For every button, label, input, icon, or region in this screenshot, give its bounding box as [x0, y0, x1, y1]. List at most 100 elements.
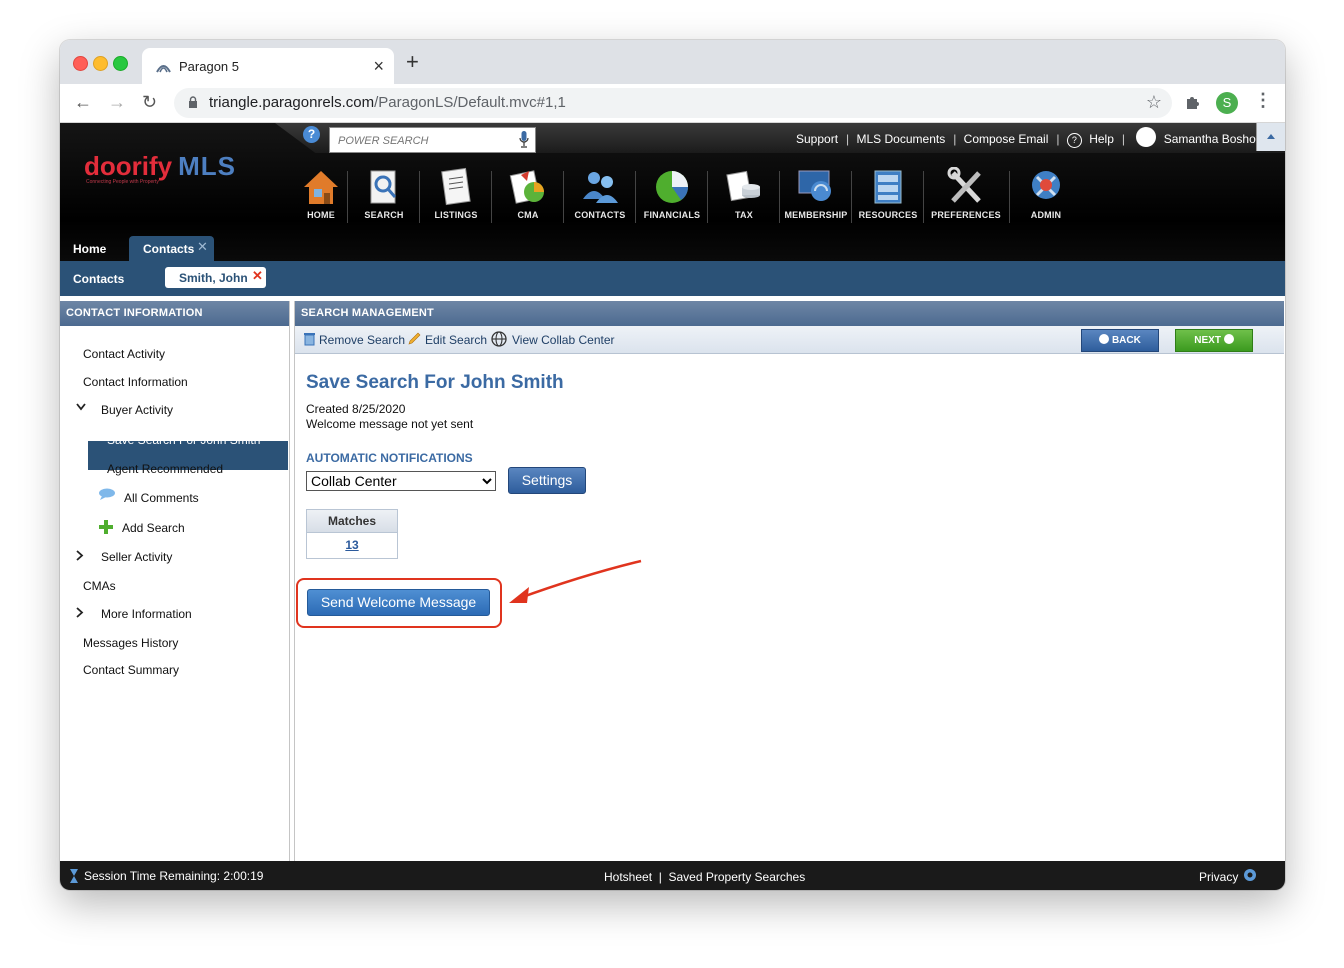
hotsheet-link[interactable]: Hotsheet: [604, 870, 652, 884]
tab-contacts[interactable]: Contacts ✕: [129, 236, 214, 261]
back-circle-icon: [1099, 334, 1110, 345]
chevron-down-icon[interactable]: [76, 403, 86, 411]
close-window-button[interactable]: [73, 56, 88, 71]
gear-icon[interactable]: [1243, 868, 1257, 882]
logo-tagline: Connecting People with Property: [86, 179, 159, 185]
membership-icon: [798, 170, 831, 201]
extensions-puzzle-icon[interactable]: [1184, 93, 1202, 111]
nav-resources[interactable]: RESOURCES: [853, 167, 923, 220]
url-path: /ParagonLS/Default.mvc#1,1: [374, 94, 566, 111]
financials-icon: [656, 171, 688, 203]
power-search-input[interactable]: [336, 130, 515, 152]
notification-method-select[interactable]: Collab Center: [306, 471, 496, 491]
sidebar-item-agent-recommended[interactable]: Agent Recommended: [107, 462, 223, 476]
plus-icon: [99, 520, 113, 534]
help-link[interactable]: Help: [1089, 132, 1114, 146]
bookmark-star-icon[interactable]: ☆: [1146, 92, 1162, 113]
pencil-icon: [408, 332, 421, 345]
search-toolbar: Remove Search Edit Search View Collab Ce…: [295, 326, 1284, 354]
search-icon: [370, 170, 397, 204]
user-name[interactable]: Samantha Boshoff: [1164, 132, 1263, 146]
mls-documents-link[interactable]: MLS Documents: [857, 132, 946, 146]
close-tab-icon[interactable]: ×: [373, 56, 384, 77]
home-icon: [304, 171, 338, 204]
reload-icon[interactable]: ↻: [142, 92, 157, 113]
cma-icon: [509, 170, 544, 204]
nav-preferences[interactable]: PREFERENCES: [925, 167, 1007, 220]
header-links: Support | MLS Documents | Compose Email | ?…: [796, 127, 1266, 150]
nav-tax[interactable]: TAX: [709, 167, 779, 220]
view-collab-center-button[interactable]: View Collab Center: [512, 333, 615, 347]
browser-menu-icon[interactable]: ⋮: [1254, 90, 1272, 111]
back-button[interactable]: BACK: [1081, 329, 1159, 352]
nav-contacts[interactable]: CONTACTS: [565, 167, 635, 220]
sidebar-item-seller-activity[interactable]: Seller Activity: [101, 550, 172, 564]
tab-home[interactable]: Home: [73, 242, 106, 256]
created-date: Created 8/25/2020: [306, 402, 406, 416]
saved-property-searches-link[interactable]: Saved Property Searches: [668, 870, 805, 884]
matches-box: Matches 13: [306, 509, 398, 559]
globe-icon: [491, 331, 507, 347]
minimize-window-button[interactable]: [93, 56, 108, 71]
resources-icon: [874, 170, 902, 204]
sidebar-item-contact-information[interactable]: Contact Information: [83, 375, 188, 389]
collapse-header-button[interactable]: [1256, 123, 1285, 151]
new-tab-button[interactable]: +: [406, 51, 419, 73]
compose-email-link[interactable]: Compose Email: [964, 132, 1049, 146]
sidebar-item-messages-history[interactable]: Messages History: [83, 636, 178, 650]
nav-cma[interactable]: CMA: [493, 167, 563, 220]
nav-admin[interactable]: ADMIN: [1011, 167, 1081, 220]
listings-icon: [441, 167, 471, 206]
sidebar-item-cmas[interactable]: CMAs: [83, 579, 116, 593]
next-button[interactable]: NEXT: [1175, 329, 1253, 352]
url-host: triangle.paragonrels.com: [209, 94, 375, 111]
app-header: doorify MLS Connecting People with Proper…: [60, 123, 1285, 261]
caret-up-icon: [1267, 134, 1275, 139]
power-search-help-icon[interactable]: ?: [303, 126, 320, 143]
privacy-link[interactable]: Privacy: [1199, 870, 1238, 884]
nav-listings[interactable]: LISTINGS: [421, 167, 491, 220]
microphone-icon[interactable]: [519, 131, 529, 148]
settings-button[interactable]: Settings: [508, 467, 586, 494]
nav-home[interactable]: HOME: [286, 167, 356, 220]
matches-header: Matches: [307, 510, 397, 533]
chevron-right-icon[interactable]: [76, 607, 84, 618]
sidebar-item-contact-summary[interactable]: Contact Summary: [83, 663, 179, 677]
app-tabs: Home Contacts ✕: [60, 236, 1285, 261]
contact-sidebar: CONTACT INFORMATION Contact Activity Con…: [60, 301, 290, 861]
nav-search[interactable]: SEARCH: [349, 167, 419, 220]
sidebar-item-contact-activity[interactable]: Contact Activity: [83, 347, 165, 361]
chevron-right-icon[interactable]: [76, 550, 84, 561]
doorify-logo: doorify MLS: [84, 151, 236, 181]
session-timer: Session Time Remaining: 2:00:19: [84, 869, 264, 883]
close-contacts-tab-icon[interactable]: ✕: [197, 239, 208, 255]
remove-search-button[interactable]: Remove Search: [319, 333, 405, 347]
matches-count-link[interactable]: 13: [307, 533, 397, 557]
send-welcome-message-button[interactable]: Send Welcome Message: [307, 589, 490, 616]
sidebar-item-more-information[interactable]: More Information: [101, 607, 192, 621]
welcome-status: Welcome message not yet sent: [306, 417, 474, 431]
subnav-contact-pill[interactable]: Smith, John ✕: [165, 267, 266, 288]
profile-avatar[interactable]: S: [1216, 92, 1238, 114]
nav-membership[interactable]: MEMBERSHIP: [781, 167, 851, 220]
paragon-app: doorify MLS Connecting People with Proper…: [60, 123, 1285, 890]
subnav-contacts[interactable]: Contacts: [73, 272, 124, 286]
sidebar-item-all-comments[interactable]: All Comments: [124, 491, 199, 505]
nav-financials[interactable]: FINANCIALS: [637, 167, 707, 220]
edit-search-button[interactable]: Edit Search: [425, 333, 487, 347]
sidebar-item-buyer-activity[interactable]: Buyer Activity: [101, 403, 173, 417]
notifications-heading: AUTOMATIC NOTIFICATIONS: [306, 451, 473, 465]
back-arrow-icon[interactable]: ←: [74, 92, 92, 113]
user-avatar-icon[interactable]: [1136, 127, 1157, 147]
support-link[interactable]: Support: [796, 132, 838, 146]
admin-icon: [1032, 171, 1060, 199]
address-bar[interactable]: triangle.paragonrels.com/ParagonLS/Defau…: [174, 88, 1172, 118]
maximize-window-button[interactable]: [113, 56, 128, 71]
preferences-icon: [947, 167, 981, 203]
browser-window: Paragon 5 × + ← → ↻ triangle.paragonrels…: [60, 40, 1285, 890]
sidebar-item-add-search[interactable]: Add Search: [122, 521, 185, 535]
hourglass-icon: [70, 869, 78, 883]
close-contact-icon[interactable]: ✕: [252, 268, 263, 284]
forward-arrow-icon[interactable]: →: [108, 92, 126, 113]
browser-tab[interactable]: Paragon 5 ×: [142, 48, 394, 84]
